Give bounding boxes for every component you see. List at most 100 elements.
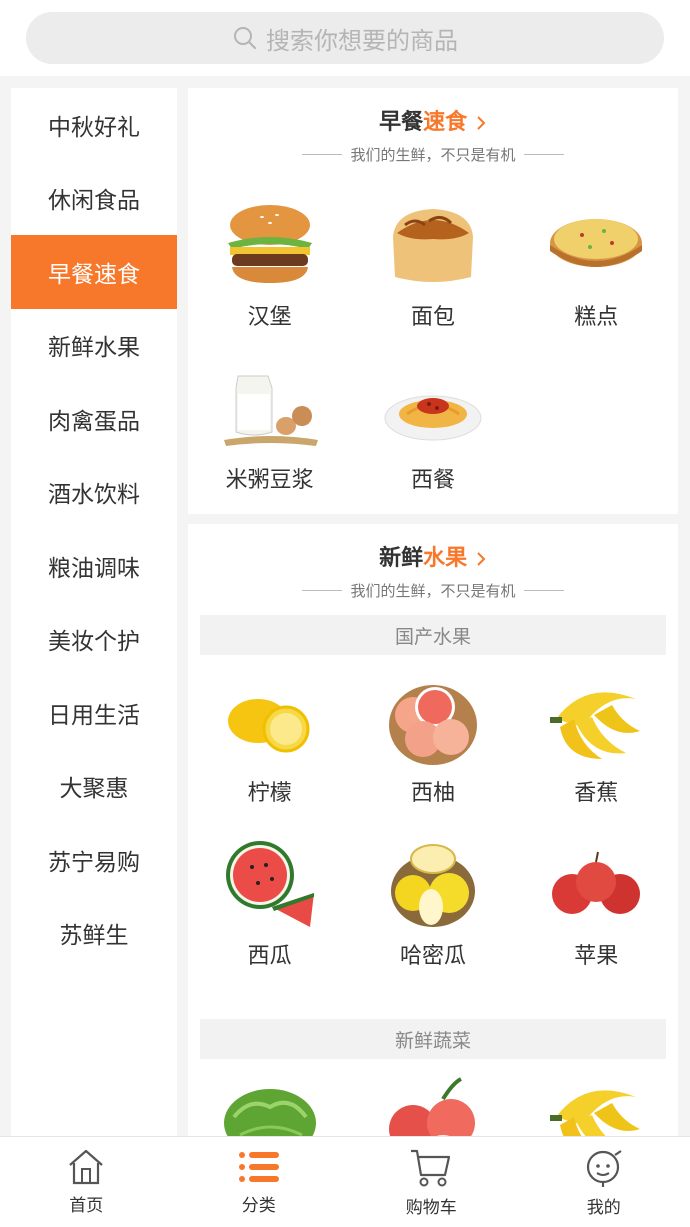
section-title[interactable]: 新鲜水果 bbox=[188, 524, 678, 572]
grid-item[interactable] bbox=[515, 1077, 678, 1136]
grid-item[interactable]: 汉堡 bbox=[188, 203, 351, 366]
grid-item-label: 汉堡 bbox=[247, 305, 292, 330]
sidebar-item[interactable]: 美妆个护 bbox=[11, 603, 177, 677]
chevron-right-icon bbox=[477, 116, 486, 130]
grid-item[interactable] bbox=[351, 1077, 514, 1136]
grid-item-label: 苹果 bbox=[574, 944, 619, 969]
grid-item[interactable]: 西瓜 bbox=[188, 841, 351, 1005]
banana-icon bbox=[546, 679, 646, 765]
group-header: 国产水果 bbox=[200, 615, 666, 655]
divider bbox=[523, 154, 564, 155]
melon-icon bbox=[383, 842, 483, 928]
tab-cart[interactable]: 购物车 bbox=[345, 1137, 518, 1227]
sidebar-item-label: 大聚惠 bbox=[59, 776, 129, 803]
grid-item[interactable]: 柠檬 bbox=[188, 679, 351, 842]
sidebar-item[interactable]: 苏宁易购 bbox=[11, 823, 177, 897]
chevron-right-icon bbox=[477, 552, 486, 566]
sidebar-item[interactable]: 粮油调味 bbox=[11, 529, 177, 603]
section-subtitle-text: 我们的生鲜，不只是有机 bbox=[350, 146, 516, 164]
sidebar-item-label: 中秋好礼 bbox=[48, 114, 140, 141]
search-bar: 搜索你想要的商品 bbox=[0, 0, 690, 76]
sidebar-item-label: 日用生活 bbox=[48, 702, 140, 729]
sidebar-item-label: 粮油调味 bbox=[48, 555, 140, 582]
grid-item-label: 哈密瓜 bbox=[399, 944, 466, 969]
pasta-icon bbox=[383, 366, 483, 452]
grid-item[interactable]: 糕点 bbox=[515, 203, 678, 366]
burger-icon bbox=[220, 203, 320, 289]
tab-label: 分类 bbox=[241, 1196, 276, 1216]
tab-profile[interactable]: 我的 bbox=[518, 1137, 690, 1227]
apple-icon bbox=[546, 842, 646, 928]
grid-item-label: 面包 bbox=[410, 305, 455, 330]
banana-icon bbox=[546, 1077, 646, 1136]
divider bbox=[302, 154, 343, 155]
bottom-tab-bar: 首页 分类 购物车 我的 bbox=[0, 1136, 690, 1227]
section-subtitle: 我们的生鲜，不只是有机 bbox=[188, 580, 678, 601]
tab-category[interactable]: 分类 bbox=[173, 1137, 346, 1227]
grid-item[interactable]: 西餐 bbox=[351, 366, 514, 529]
grid-item[interactable]: 西柚 bbox=[351, 679, 514, 842]
lemon-icon bbox=[220, 679, 320, 765]
sidebar-item[interactable]: 苏鲜生 bbox=[11, 897, 177, 971]
grid-item-label: 西餐 bbox=[410, 468, 455, 493]
group-header-label: 国产水果 bbox=[394, 625, 471, 648]
pastry-icon bbox=[546, 203, 646, 289]
sidebar-item-label: 肉禽蛋品 bbox=[48, 408, 140, 435]
grid-item-label: 香蕉 bbox=[574, 781, 619, 806]
grid-item[interactable]: 香蕉 bbox=[515, 679, 678, 842]
section-title-prefix: 新鲜 bbox=[379, 546, 424, 571]
bread-icon bbox=[383, 203, 483, 289]
group-header-label: 新鲜蔬菜 bbox=[394, 1029, 471, 1052]
grid-item[interactable] bbox=[188, 1077, 351, 1136]
divider bbox=[523, 590, 564, 591]
sidebar-item[interactable]: 肉禽蛋品 bbox=[11, 382, 177, 456]
sidebar-item-label: 新鲜水果 bbox=[48, 335, 140, 362]
sidebar-item-label: 美妆个护 bbox=[48, 629, 140, 656]
section-subtitle: 我们的生鲜，不只是有机 bbox=[188, 144, 678, 165]
sidebar-item-label: 苏宁易购 bbox=[48, 849, 140, 876]
search-input[interactable]: 搜索你想要的商品 bbox=[26, 12, 664, 64]
section-title-accent: 速食 bbox=[423, 110, 468, 135]
search-icon bbox=[234, 27, 257, 50]
sidebar-item-label: 苏鲜生 bbox=[59, 923, 129, 950]
section-title-accent: 水果 bbox=[423, 546, 468, 571]
category-sidebar: 中秋好礼 休闲食品 早餐速食 新鲜水果 肉禽蛋品 酒水饮料 粮油调味 美妆个护 … bbox=[11, 88, 177, 1136]
tab-label: 购物车 bbox=[405, 1198, 457, 1218]
search-placeholder: 搜索你想要的商品 bbox=[266, 26, 458, 55]
sidebar-item[interactable]: 大聚惠 bbox=[11, 750, 177, 824]
tab-home[interactable]: 首页 bbox=[0, 1137, 173, 1227]
sidebar-item-active[interactable]: 早餐速食 bbox=[11, 235, 177, 309]
group-header: 新鲜蔬菜 bbox=[200, 1019, 666, 1059]
grid-item-label: 糕点 bbox=[574, 305, 619, 330]
grid-item[interactable]: 米粥豆浆 bbox=[188, 366, 351, 529]
section-title[interactable]: 早餐速食 bbox=[188, 88, 678, 136]
peach-icon bbox=[383, 1077, 483, 1136]
tab-label: 首页 bbox=[69, 1196, 104, 1216]
grid-item-label: 西柚 bbox=[410, 781, 455, 806]
sidebar-item[interactable]: 中秋好礼 bbox=[11, 88, 177, 162]
grid-item-label: 西瓜 bbox=[247, 944, 292, 969]
grid-item[interactable]: 面包 bbox=[351, 203, 514, 366]
cart-icon bbox=[411, 1149, 451, 1187]
profile-icon bbox=[586, 1150, 622, 1187]
sidebar-item-label: 早餐速食 bbox=[48, 261, 140, 288]
sidebar-item[interactable]: 休闲食品 bbox=[11, 162, 177, 236]
section-breakfast: 早餐速食 我们的生鲜，不只是有机 汉堡 面包 糕点 米粥豆浆 西餐 bbox=[188, 88, 678, 514]
grid-item[interactable]: 苹果 bbox=[515, 842, 678, 1005]
divider bbox=[302, 590, 343, 591]
milk-icon bbox=[220, 366, 320, 452]
sidebar-item[interactable]: 酒水饮料 bbox=[11, 456, 177, 530]
sidebar-item-label: 休闲食品 bbox=[48, 188, 140, 215]
section-subtitle-text: 我们的生鲜，不只是有机 bbox=[350, 582, 516, 600]
grid-item[interactable]: 哈密瓜 bbox=[351, 842, 514, 1005]
grid-item-label: 柠檬 bbox=[247, 781, 292, 806]
sidebar-item[interactable]: 日用生活 bbox=[11, 676, 177, 750]
category-content: 早餐速食 我们的生鲜，不只是有机 汉堡 面包 糕点 米粥豆浆 西餐 新鲜水果 我… bbox=[188, 88, 678, 1136]
grapefruit-icon bbox=[383, 679, 483, 765]
lettuce-icon bbox=[220, 1077, 320, 1136]
grid-item-label: 米粥豆浆 bbox=[225, 468, 314, 493]
category-icon bbox=[238, 1152, 279, 1182]
sidebar-item[interactable]: 新鲜水果 bbox=[11, 309, 177, 383]
watermelon-icon bbox=[220, 841, 320, 928]
tab-label: 我的 bbox=[586, 1198, 621, 1218]
